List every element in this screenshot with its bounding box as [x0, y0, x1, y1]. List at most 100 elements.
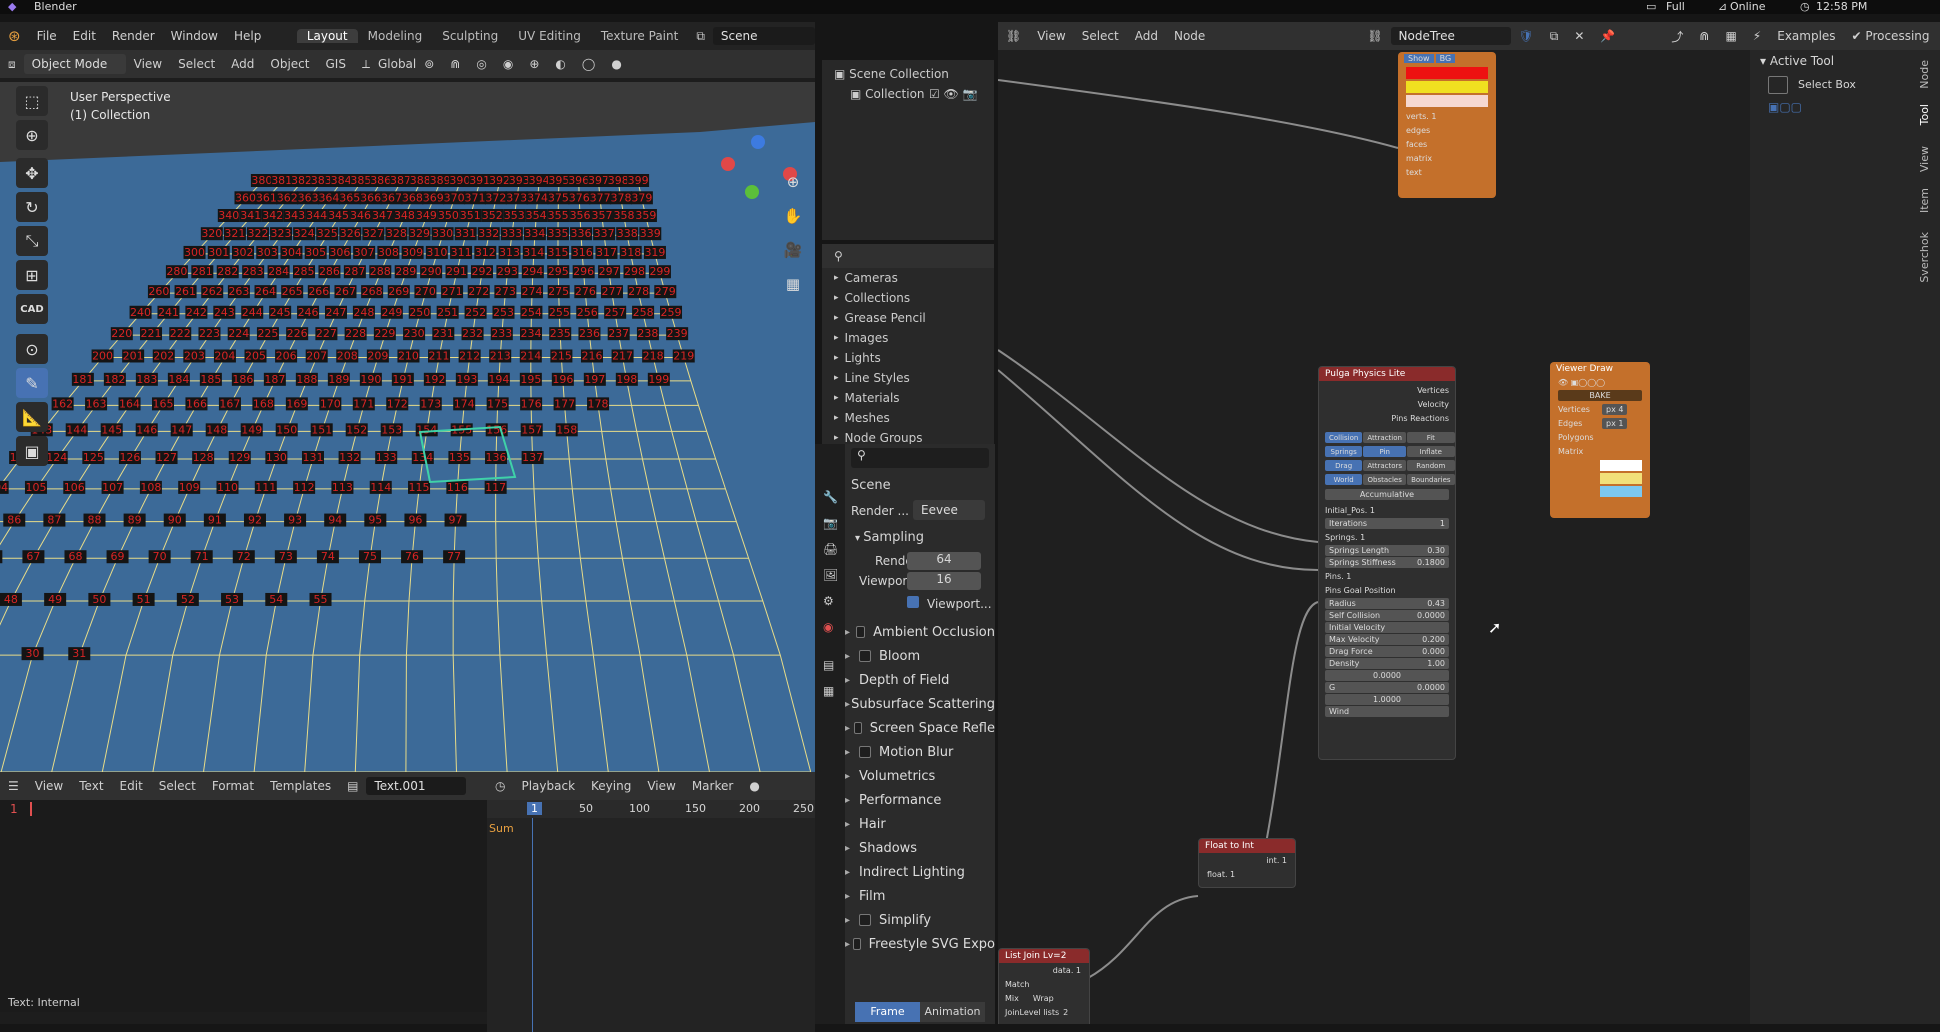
g-y-field[interactable]: G 0.0000 — [1325, 682, 1449, 693]
select-tool-icon[interactable]: ⬚ — [16, 86, 48, 116]
properties-editor[interactable]: 🔧 📷 🖨 🖼 ⚙ ◉ ▤ ▦ ⚲ Scene Render ... Eevee… — [815, 444, 995, 1024]
parent-icon[interactable]: ⤴ — [1663, 28, 1691, 45]
tab-uv-editing[interactable]: UV Editing — [508, 29, 591, 43]
expand-icon[interactable]: ▸ — [834, 353, 839, 363]
timeline-menu-playback[interactable]: Playback — [513, 779, 583, 793]
active-tool-header[interactable]: ▾ Active Tool — [1760, 54, 1834, 68]
pulga-mode-toggle[interactable]: Attractors — [1363, 460, 1407, 471]
expand-icon[interactable]: ▸ — [834, 433, 839, 443]
stethoscope-node[interactable]: Show BG verts. 1 edges faces matrix text — [1398, 52, 1496, 198]
float-to-int-node[interactable]: Float to Int int. 1 float. 1 — [1198, 838, 1296, 888]
node-menu-view[interactable]: View — [1029, 29, 1073, 43]
expand-icon[interactable]: ▸ — [834, 273, 839, 283]
viewport-menu-object[interactable]: Object — [262, 57, 317, 71]
viewport-denoise-checkbox[interactable]: Viewport... — [907, 596, 992, 611]
pulga-mode-toggle[interactable]: Springs — [1325, 446, 1363, 457]
pulga-mode-toggle[interactable]: Fit — [1407, 432, 1455, 443]
tab-sculpting[interactable]: Sculpting — [432, 29, 508, 43]
render-engine-dropdown[interactable]: Eevee — [913, 500, 985, 520]
object-mode-dropdown[interactable]: Object Mode — [23, 54, 126, 74]
panel-enable-checkbox[interactable] — [852, 938, 861, 950]
viewport-menu-view[interactable]: View — [126, 57, 170, 71]
processing-toggle[interactable]: ✔ Processing — [1844, 29, 1938, 43]
pulga-mode-toggle[interactable]: Random — [1407, 460, 1455, 471]
self-collision-field[interactable]: Self Collision 0.0000 — [1325, 610, 1449, 621]
pulga-mode-toggle[interactable]: Collision — [1325, 432, 1363, 443]
join-level-field[interactable]: JoinLevel lists 2 — [999, 1005, 1089, 1019]
scene-tab-icon[interactable]: ⚙ — [823, 594, 834, 608]
node-tree-field[interactable]: NodeTree — [1390, 27, 1511, 45]
render-tab-icon[interactable]: 📷 — [823, 516, 838, 530]
sidebar-tab-tool[interactable]: Tool — [1918, 104, 1936, 125]
expand-icon[interactable]: ▸ — [834, 313, 839, 323]
data-list-item[interactable]: ▸ Line Styles — [822, 368, 994, 388]
expand-icon[interactable]: ▸ — [834, 393, 839, 403]
vertex-color-swatch[interactable] — [1600, 460, 1642, 471]
text-datablock-icon[interactable]: ▤ — [339, 779, 366, 793]
overlay-icon[interactable]: ◐ — [547, 57, 573, 71]
pulga-mode-toggle[interactable]: Drag — [1325, 460, 1363, 471]
pulga-mode-toggle[interactable]: Obstacles — [1363, 474, 1407, 485]
expand-icon[interactable]: ▸ — [834, 413, 839, 423]
pin-icon[interactable]: 📌 — [1592, 29, 1623, 43]
transform-tool-icon[interactable]: ⊞ — [16, 260, 48, 290]
drag-force-field[interactable]: Drag Force 0.000 — [1325, 646, 1449, 657]
viewport-menu-select[interactable]: Select — [170, 57, 223, 71]
iterations-field[interactable]: Iterations 1 — [1325, 518, 1449, 529]
text-editor-body[interactable]: 1 — [0, 800, 487, 1012]
measure-tool-icon[interactable]: 📐 — [16, 402, 48, 432]
springs-length-field[interactable]: Springs Length 0.30 — [1325, 545, 1449, 556]
pan-hand-icon[interactable]: ✋ — [779, 202, 807, 230]
output-tab-icon[interactable]: 🖨 — [823, 542, 838, 556]
properties-panel-header[interactable]: ▸ Subsurface Scattering — [829, 692, 995, 716]
backdrop-icon[interactable]: ▦ — [1717, 29, 1744, 43]
springs-stiffness-field[interactable]: Springs Stiffness 0.1800 — [1325, 557, 1449, 568]
properties-panel-header[interactable]: ▸ Freestyle SVG Expo — [829, 932, 995, 956]
add-cube-tool-icon[interactable]: ▣ — [16, 436, 48, 466]
radius-field[interactable]: Radius 0.43 — [1325, 598, 1449, 609]
viewport-samples-field[interactable]: 16 — [907, 572, 981, 590]
g-x-field[interactable]: 0.0000 — [1325, 670, 1449, 681]
viewer-icons[interactable]: 👁 ▣◯◯◯ — [1550, 376, 1650, 389]
data-list-item[interactable]: ▸ Cameras — [822, 268, 994, 288]
properties-panel-header[interactable]: ▸ Film — [829, 884, 995, 908]
annotate-tool-icon[interactable]: ✎ — [16, 368, 48, 398]
timeline-body[interactable]: 1 50 100 150 200 250 Sum — [487, 800, 815, 1032]
current-frame[interactable]: 1 — [527, 802, 542, 815]
pulga-mode-toggle[interactable]: Boundaries — [1407, 474, 1455, 485]
color-swatch-pink[interactable] — [1406, 95, 1488, 107]
blend-data-list[interactable]: ⚲ ▸ Cameras ▸ Collections ▸ Grease Pencil ▸… — [822, 244, 994, 445]
panel-enable-checkbox[interactable] — [859, 914, 871, 926]
bake-button[interactable]: BAKE — [1558, 390, 1642, 401]
expand-icon[interactable]: ▸ — [834, 293, 839, 303]
outliner-collection[interactable]: ▣ Collection ☑ 👁 📷 — [822, 84, 994, 104]
render-camera-icon[interactable]: 📷 — [959, 87, 978, 101]
float-to-int-title[interactable]: Float to Int — [1199, 839, 1295, 853]
examples-menu[interactable]: Examples — [1769, 29, 1843, 43]
tab-layout[interactable]: Layout — [296, 29, 358, 43]
properties-search[interactable]: ⚲ — [851, 448, 989, 468]
filter-icon[interactable]: ⚲ — [834, 249, 843, 263]
select-mode-icons[interactable]: ▣▢▢ — [1768, 100, 1802, 114]
list-join-title[interactable]: List Join Lv=2 — [999, 949, 1089, 963]
node-menu-add[interactable]: Add — [1127, 29, 1166, 43]
sidebar-tab-node[interactable]: Node — [1918, 60, 1936, 89]
sampling-panel-header[interactable]: ▾ Sampling — [855, 530, 924, 545]
properties-panel-header[interactable]: ▸ Screen Space Refle — [829, 716, 995, 740]
navigation-gizmo-axis[interactable] — [745, 185, 759, 199]
properties-panel-header[interactable]: ▸ Depth of Field — [829, 668, 995, 692]
node-editor-type-icon[interactable]: ⛓ — [998, 29, 1029, 43]
pivot-icon[interactable]: ⊚ — [416, 57, 442, 71]
timeline-type-icon[interactable]: ◷ — [487, 779, 513, 793]
pulga-mode-toggle[interactable]: Pin — [1363, 446, 1407, 457]
text-menu-edit[interactable]: Edit — [112, 779, 151, 793]
text-editor-type-icon[interactable]: ☰ — [0, 779, 27, 793]
properties-panel-header[interactable]: ▸ Bloom — [829, 644, 995, 668]
text-datablock-field[interactable]: Text.001 — [366, 777, 467, 795]
cursor-tool-icon[interactable]: ⊕ — [16, 120, 48, 150]
navigation-gizmo-axis[interactable] — [751, 135, 765, 149]
timeline-menu-marker[interactable]: Marker — [684, 779, 741, 793]
properties-panel-header[interactable]: ▸ Shadows — [829, 836, 995, 860]
menu-file[interactable]: File — [29, 29, 65, 43]
timeline-menu-keying[interactable]: Keying — [583, 779, 639, 793]
